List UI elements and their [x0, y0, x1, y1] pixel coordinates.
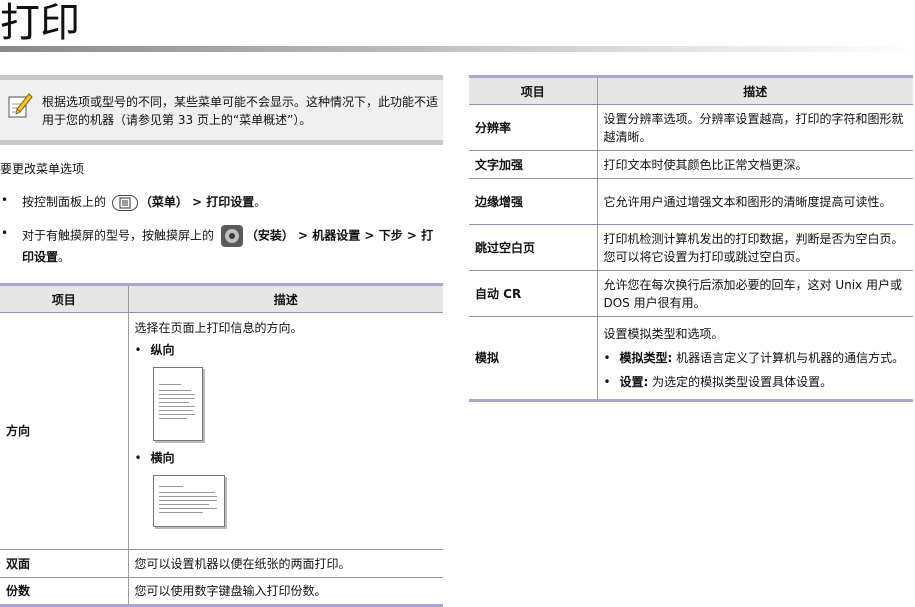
- note-pencil-icon: [8, 93, 33, 118]
- bullet2-end: 。: [58, 250, 71, 264]
- emulation-setup-label: 设置:: [619, 375, 649, 389]
- row-item-emulation: 模拟: [469, 316, 598, 402]
- intro-text: 要更改菜单选项: [0, 162, 85, 176]
- row-item-duplex: 双面: [0, 549, 129, 578]
- table-row: 边缘增强 它允许用户通过增强文本和图形的清晰度提高可读性。: [469, 178, 913, 225]
- left-options-table: 项目 描述 方向 选择在页面上打印信息的方向。 • 纵向 • 横向 双面 您可以…: [0, 283, 443, 607]
- row-desc-resolution: 设置分辨率选项。分辨率设置越高，打印的字符和图形就越清晰。: [597, 104, 913, 151]
- row-item-auto-cr: 自动 CR: [469, 270, 598, 317]
- path-separator: >: [293, 228, 313, 243]
- path-separator: >: [187, 195, 207, 209]
- bullet-touchscreen-path: 对于有触摸屏的型号，按触摸屏上的 （安装） > 机器设置 > 下步 > 打印设置…: [22, 225, 444, 267]
- table-row: 双面 您可以设置机器以便在纸张的两面打印。: [0, 549, 443, 578]
- emulation-type-label: 模拟类型:: [619, 351, 673, 365]
- row-desc-copies: 您可以使用数字键盘输入打印份数。: [128, 577, 443, 607]
- bullet-dot: •: [1, 193, 9, 207]
- emulation-type-text: 机器语言定义了计算机与机器的通信方式。: [672, 351, 905, 365]
- table-header-row: 项目 描述: [0, 283, 443, 313]
- row-item-edge-enhance: 边缘增强: [469, 178, 598, 225]
- next-label: 下步: [378, 228, 403, 243]
- bullet-dot: •: [603, 351, 611, 365]
- header-desc: 描述: [597, 75, 913, 105]
- table-row: 模拟 设置模拟类型和选项。 • 模拟类型: 机器语言定义了计算机与机器的通信方式。…: [469, 316, 913, 402]
- table-row: 自动 CR 允许您在每次换行后添加必要的回车，这对 Unix 用户或 DOS 用…: [469, 270, 913, 317]
- machine-settings-label: 机器设置: [312, 228, 361, 243]
- menu-label: （菜单）: [139, 195, 188, 209]
- path-separator: >: [402, 228, 422, 243]
- table-row: 分辨率 设置分辨率选项。分辨率设置越高，打印的字符和图形就越清晰。: [469, 104, 913, 151]
- table-row: 文字加强 打印文本时使其颜色比正常文档更深。: [469, 150, 913, 179]
- orientation-desc: 选择在页面上打印信息的方向。: [134, 321, 303, 335]
- row-item-orientation: 方向: [0, 312, 129, 550]
- right-options-table: 项目 描述 分辨率 设置分辨率选项。分辨率设置越高，打印的字符和图形就越清晰。 …: [469, 75, 913, 402]
- print-settings-label: 打印设置: [206, 195, 255, 209]
- portrait-page-icon: [152, 367, 203, 441]
- row-item-resolution: 分辨率: [469, 104, 598, 151]
- install-label: （安装）: [245, 228, 294, 243]
- bullet-dot: •: [1, 226, 9, 240]
- path-separator: >: [360, 228, 379, 243]
- table-header-row: 项目 描述: [469, 75, 913, 105]
- row-desc-orientation: 选择在页面上打印信息的方向。 • 纵向 • 横向: [128, 312, 443, 550]
- bullet-dot: •: [603, 375, 611, 389]
- row-desc-edge-enhance: 它允许用户通过增强文本和图形的清晰度提高可读性。: [597, 178, 913, 225]
- emulation-desc: 设置模拟类型和选项。: [603, 327, 724, 341]
- row-desc-auto-cr: 允许您在每次换行后添加必要的回车，这对 Unix 用户或 DOS 用户很有用。: [597, 270, 913, 317]
- bullet1-end: 。: [254, 195, 267, 209]
- header-item: 项目: [469, 75, 598, 105]
- bullet1-pre: 按控制面板上的: [22, 195, 107, 209]
- row-item-skip-blank: 跳过空白页: [469, 224, 598, 271]
- emulation-setup-text: 为选定的模拟类型设置具体设置。: [648, 375, 833, 389]
- bullet-dot: •: [134, 451, 142, 465]
- bullet-menu-path: 按控制面板上的 （菜单） > 打印设置。: [22, 193, 442, 211]
- row-desc-darken-text: 打印文本时使其颜色比正常文档更深。: [597, 150, 913, 179]
- row-desc-skip-blank: 打印机检测计算机发出的打印数据，判断是否为空白页。您可以将它设置为打印或跳过空白…: [597, 224, 913, 271]
- header-item: 项目: [0, 283, 129, 313]
- note-box: 根据选项或型号的不同，某些菜单可能不会显示。这种情况下，此功能不适用于您的机器（…: [0, 75, 443, 145]
- menu-key-icon: [111, 194, 138, 211]
- row-desc-emulation: 设置模拟类型和选项。 • 模拟类型: 机器语言定义了计算机与机器的通信方式。 • 设…: [597, 316, 913, 402]
- page-title: 打印: [0, 0, 80, 46]
- setup-gear-icon: [220, 225, 243, 247]
- bullet2-pre: 对于有触摸屏的型号，按触摸屏上的: [22, 228, 215, 243]
- row-item-copies: 份数: [0, 577, 129, 607]
- table-row: 份数 您可以使用数字键盘输入打印份数。: [0, 577, 443, 607]
- header-desc: 描述: [128, 283, 443, 313]
- bullet-dot: •: [134, 343, 142, 357]
- landscape-label: 横向: [150, 451, 175, 465]
- portrait-label: 纵向: [150, 343, 175, 357]
- table-row: 跳过空白页 打印机检测计算机发出的打印数据，判断是否为空白页。您可以将它设置为打…: [469, 224, 913, 271]
- table-row: 方向 选择在页面上打印信息的方向。 • 纵向 • 横向: [0, 312, 443, 550]
- note-text: 根据选项或型号的不同，某些菜单可能不会显示。这种情况下，此功能不适用于您的机器（…: [42, 95, 439, 127]
- landscape-page-icon: [152, 475, 225, 527]
- row-desc-duplex: 您可以设置机器以便在纸张的两面打印。: [128, 549, 443, 578]
- row-item-darken-text: 文字加强: [469, 150, 598, 179]
- title-divider: [0, 46, 915, 52]
